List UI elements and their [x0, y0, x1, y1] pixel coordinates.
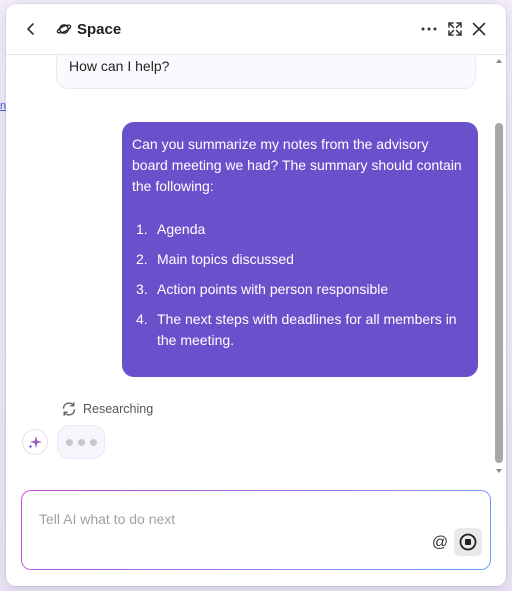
panel-header: Space [6, 4, 506, 55]
list-item-number: 4. [136, 311, 148, 327]
list-item-text: Agenda [157, 221, 206, 237]
chat-thread[interactable]: How can I help? Can you summarize my not… [6, 55, 492, 479]
close-icon [472, 22, 486, 36]
typing-dot [89, 438, 97, 446]
stop-button[interactable] [454, 528, 482, 556]
ai-chat-panel: Space How can I help? Can you summarize … [6, 4, 506, 586]
prompt-input[interactable] [37, 507, 421, 531]
list-item-text: The next steps with deadlines for all me… [157, 311, 457, 348]
expand-button[interactable] [444, 18, 466, 40]
user-message-list: 1. Agenda 2. Main topics discussed 3. Ac… [132, 219, 466, 351]
expand-icon [448, 22, 462, 36]
ai-message-bubble: How can I help? [56, 55, 476, 89]
more-horizontal-icon [421, 27, 437, 31]
composer-box: @ [21, 490, 491, 570]
scroll-thumb[interactable] [495, 123, 503, 463]
user-message-intro: Can you summarize my notes from the advi… [132, 136, 462, 194]
back-button[interactable] [20, 18, 42, 40]
panel-title-group: Space [56, 18, 121, 40]
researching-status: Researching [60, 400, 153, 418]
list-item-number: 3. [136, 281, 148, 297]
close-button[interactable] [468, 18, 490, 40]
mention-button[interactable]: @ [430, 532, 450, 554]
stop-icon [459, 533, 477, 551]
list-item: 3. Action points with person responsible [132, 279, 466, 300]
ai-avatar [22, 429, 48, 455]
panel-title: Space [77, 20, 122, 38]
list-item: 2. Main topics discussed [132, 249, 466, 270]
ai-message-text: How can I help? [69, 58, 170, 74]
sparkle-icon [28, 436, 42, 449]
chat-scrollbar[interactable] [494, 55, 504, 479]
list-item: 1. Agenda [132, 219, 466, 240]
planet-icon [56, 24, 72, 34]
list-item-text: Action points with person responsible [157, 281, 389, 297]
typing-dot [77, 438, 85, 446]
composer-inner: @ [22, 491, 490, 569]
scroll-down-arrow-icon[interactable] [496, 469, 502, 473]
list-item-number: 2. [136, 251, 148, 267]
scroll-up-arrow-icon[interactable] [496, 59, 502, 63]
typing-indicator [57, 425, 105, 459]
list-item-text: Main topics discussed [157, 251, 294, 267]
typing-dot [65, 438, 73, 446]
list-item: 4. The next steps with deadlines for all… [132, 309, 466, 351]
user-message-bubble: Can you summarize my notes from the advi… [122, 122, 478, 377]
list-item-number: 1. [136, 221, 148, 237]
refresh-icon [62, 402, 76, 416]
researching-label: Researching [83, 402, 154, 416]
chevron-left-icon [27, 23, 34, 35]
more-options-button[interactable] [418, 18, 440, 40]
